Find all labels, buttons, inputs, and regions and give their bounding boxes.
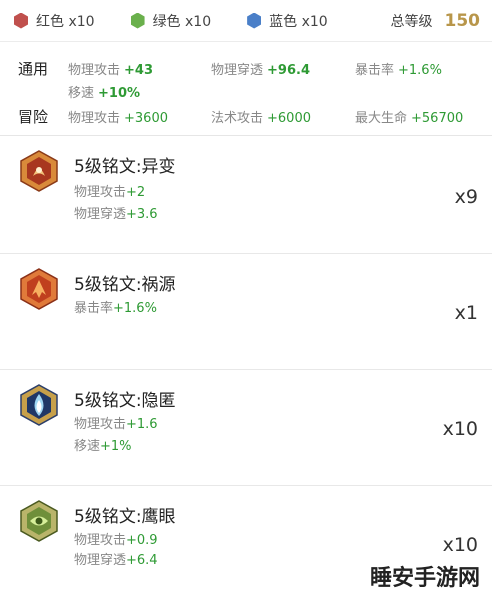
rune-count: x10 — [442, 534, 478, 556]
blue-count: 蓝色 x10 — [247, 11, 328, 31]
rune-attr: 物理攻击+1.6 — [74, 417, 158, 432]
rune-yibian-icon — [20, 150, 58, 192]
rune-yingyan-icon — [20, 500, 58, 542]
rune-yinni-icon — [20, 384, 58, 426]
rune-attr: 移速+1% — [74, 439, 132, 454]
rune-attr: 物理攻击+0.9 — [74, 533, 158, 548]
rune-row-yinni[interactable]: 5级铭文:隐匿 物理攻击+1.6 移速+1% x10 — [0, 370, 492, 486]
general-stat-phys-pen: 物理穿透 +96.4 — [211, 63, 310, 78]
rune-attr: 物理攻击+2 — [74, 185, 146, 200]
green-hex-icon — [130, 12, 145, 29]
total-level-value: 150 — [444, 10, 481, 31]
rune-name: 5级铭文:异变 — [74, 157, 176, 177]
general-stat-crit: 暴击率 +1.6% — [355, 63, 442, 78]
red-hex-icon — [14, 12, 28, 29]
red-count: 红色 x10 — [14, 11, 95, 31]
rune-attr: 物理穿透+3.6 — [74, 207, 158, 222]
green-count: 绿色 x10 — [130, 11, 212, 31]
adventure-label: 冒险 — [18, 108, 49, 126]
rune-count: x9 — [454, 186, 478, 208]
rune-row-huoyuan[interactable]: 5级铭文:祸源 暴击率+1.6% x1 — [0, 254, 492, 370]
adventure-stat-magic-attack: 法术攻击 +6000 — [211, 111, 311, 126]
rune-color-summary: 红色 x10 绿色 x10 蓝色 x10 总等级 150 — [0, 0, 492, 42]
adventure-stat-phys-attack: 物理攻击 +3600 — [68, 111, 168, 126]
watermark: 睡安手游网 — [367, 560, 482, 592]
rune-row-yibian[interactable]: 5级铭文:异变 物理攻击+2 物理穿透+3.6 x9 — [0, 136, 492, 254]
general-label: 通用 — [18, 60, 49, 78]
rune-attr: 暴击率+1.6% — [74, 301, 157, 316]
rune-name: 5级铭文:隐匿 — [74, 391, 176, 411]
rune-count: x1 — [454, 302, 478, 324]
rune-name: 5级铭文:鹰眼 — [74, 507, 176, 527]
adventure-stat-max-hp: 最大生命 +56700 — [355, 111, 464, 126]
stats-panel: 通用 物理攻击 +43 物理穿透 +96.4 暴击率 +1.6% 移速 +10% 冒险 … — [0, 42, 492, 136]
total-level-label: 总等级 — [390, 13, 433, 30]
general-stat-phys-attack: 物理攻击 +43 — [68, 63, 153, 78]
general-stat-move-speed: 移速 +10% — [68, 86, 141, 101]
rune-count: x10 — [442, 418, 478, 440]
rune-attr: 物理穿透+6.4 — [74, 553, 158, 568]
blue-hex-icon — [247, 12, 262, 29]
rune-huoyuan-icon — [20, 268, 58, 310]
green-count-label: 绿色 x10 — [152, 13, 212, 30]
blue-count-label: 蓝色 x10 — [269, 13, 328, 30]
rune-name: 5级铭文:祸源 — [74, 275, 176, 295]
red-count-label: 红色 x10 — [36, 13, 95, 30]
